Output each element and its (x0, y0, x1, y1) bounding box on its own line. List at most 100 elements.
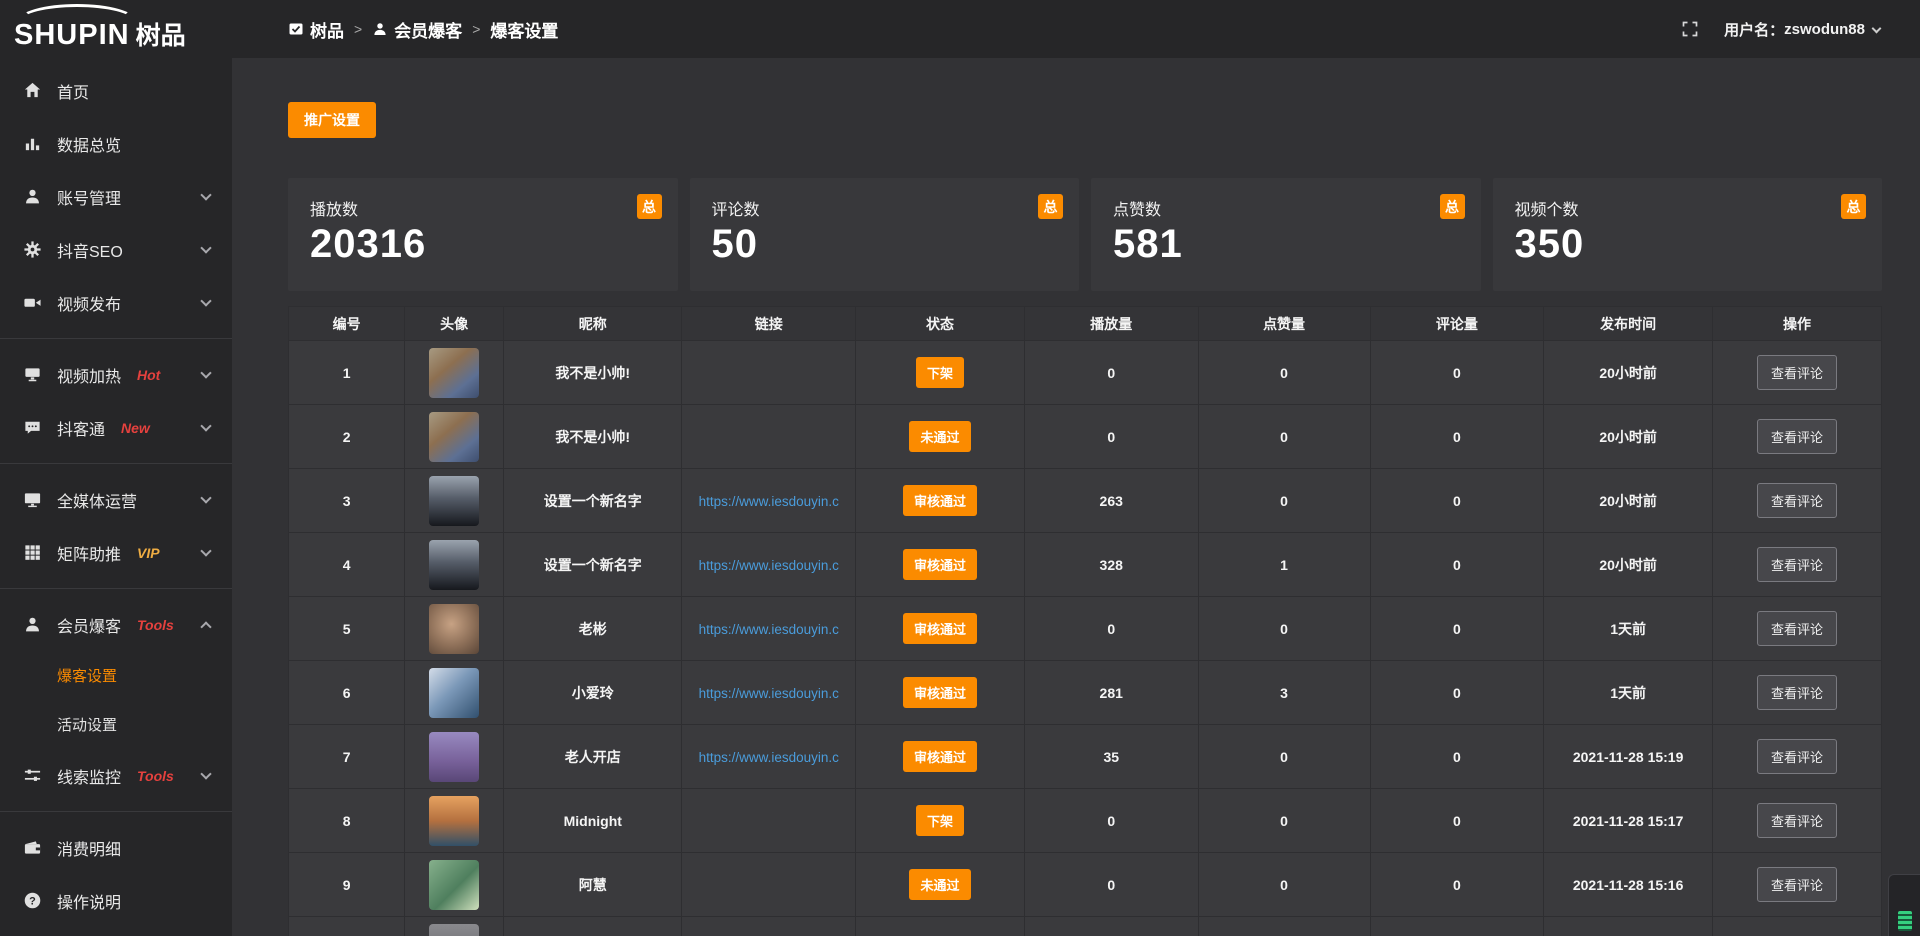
status-badge: 审核通过 (903, 677, 977, 708)
chart-icon (22, 134, 42, 154)
logo[interactable]: SHUPIN树品 (0, 0, 232, 58)
sidebar-item-7[interactable]: 全媒体运营 (0, 473, 232, 526)
status-badge: 未通过 (909, 421, 970, 452)
cell-plays: 0 (1024, 341, 1198, 405)
username-value: zswodun88 (1784, 21, 1865, 38)
sidebar-item-badge: Hot (137, 367, 160, 383)
stat-value: 350 (1515, 222, 1861, 267)
sidebar-subitem-1[interactable]: 活动设置 (0, 700, 232, 749)
sidebar-item-8[interactable]: 矩阵助推VIP (0, 526, 232, 579)
monitor-icon (22, 490, 42, 510)
chevron-down-icon (200, 242, 211, 253)
cell-likes: 0 (1198, 789, 1370, 853)
cell-action: 查看评论 (1713, 533, 1882, 597)
cell-action: 查看评论 (1713, 661, 1882, 725)
sidebar-item-4[interactable]: 视频发布 (0, 276, 232, 329)
view-comments-button[interactable]: 查看评论 (1757, 739, 1837, 774)
view-comments-button[interactable]: 查看评论 (1757, 611, 1837, 646)
sidebar-item-label: 全媒体运营 (57, 488, 137, 512)
view-comments-button[interactable]: 查看评论 (1757, 803, 1837, 838)
user-menu[interactable]: 用户名： zswodun88 (1724, 19, 1880, 40)
video-link[interactable]: https://www.iesdouyin.c (699, 686, 839, 701)
video-link[interactable]: https://www.iesdouyin.c (699, 750, 839, 765)
heat-icon (22, 365, 42, 385)
breadcrumb-item-section[interactable]: 会员爆客 (372, 17, 462, 42)
svg-text:?: ? (29, 896, 36, 908)
member-icon (22, 615, 42, 635)
sidebar-item-label: 首页 (57, 79, 89, 103)
sidebar-item-11[interactable]: 消费明细 (0, 821, 232, 874)
cell-plays: 0 (1024, 597, 1198, 661)
table-header-row: 编号头像昵称链接状态播放量点赞量评论量发布时间操作 (289, 307, 1882, 341)
cell-comments: 0 (1370, 661, 1544, 725)
sidebar-item-6[interactable]: 抖客通New (0, 401, 232, 454)
sidebar-item-12[interactable]: ?操作说明 (0, 874, 232, 927)
chevron-down-icon (200, 545, 211, 556)
sidebar-item-3[interactable]: 抖音SEO (0, 223, 232, 276)
view-comments-button[interactable]: 查看评论 (1757, 355, 1837, 390)
breadcrumb-label: 会员爆客 (394, 17, 462, 42)
breadcrumb-label: 树品 (310, 17, 344, 42)
cell-status: 审核通过 (856, 533, 1025, 597)
cell-link: https://www.iesdouyin.c (682, 533, 856, 597)
sidebar-item-9[interactable]: 会员爆客Tools (0, 598, 232, 651)
cell-nickname: 我不是小帅! (504, 405, 682, 469)
total-badge: 总 (637, 194, 662, 219)
stats-cards: 播放数总20316评论数总50点赞数总581视频个数总350 (288, 178, 1882, 291)
cell-action: 查看评论 (1713, 853, 1882, 917)
grid-icon (22, 543, 42, 563)
cell-action: 查看评论 (1713, 725, 1882, 789)
cell-plays: 263 (1024, 469, 1198, 533)
stat-value: 20316 (310, 222, 656, 267)
chat-icon (22, 418, 42, 438)
videos-table: 编号头像昵称链接状态播放量点赞量评论量发布时间操作1我不是小帅!下架00020小… (288, 306, 1882, 936)
sidebar-item-label: 线索监控 (57, 764, 121, 788)
column-header: 链接 (682, 307, 856, 341)
stat-card-2: 点赞数总581 (1091, 178, 1481, 291)
video-link[interactable]: https://www.iesdouyin.c (699, 558, 839, 573)
video-link[interactable]: https://www.iesdouyin.c (699, 622, 839, 637)
view-comments-button[interactable]: 查看评论 (1757, 675, 1837, 710)
video-link[interactable]: https://www.iesdouyin.c (699, 494, 839, 509)
topbar: 树品 > 会员爆客 > 爆客设置 用户名： (232, 0, 1920, 58)
chat-widget[interactable] (1888, 874, 1920, 936)
cell-time: 2021-11-28 15:16 (1544, 853, 1713, 917)
sidebar-item-1[interactable]: 数据总览 (0, 117, 232, 170)
sidebar-item-badge: New (121, 420, 150, 436)
table-row: 6小爱玲https://www.iesdouyin.c审核通过281301天前查… (289, 661, 1882, 725)
sidebar-item-2[interactable]: 账号管理 (0, 170, 232, 223)
promo-settings-button[interactable]: 推广设置 (288, 102, 376, 138)
cell-avatar (405, 917, 504, 936)
sidebar-item-0[interactable]: 首页 (0, 64, 232, 117)
stat-card-3: 视频个数总350 (1493, 178, 1883, 291)
cell-status: 审核通过 (856, 725, 1025, 789)
chevron-down-icon (200, 420, 211, 431)
sidebar-item-label: 消费明细 (57, 836, 121, 860)
sidebar-item-5[interactable]: 视频加热Hot (0, 348, 232, 401)
sliders-icon (22, 766, 42, 786)
cell-time (1544, 917, 1713, 936)
cell-status: 审核通过 (856, 661, 1025, 725)
chevron-down-icon (200, 295, 211, 306)
cell-nickname (504, 917, 682, 936)
cell-likes (1198, 917, 1370, 936)
help-icon: ? (22, 891, 42, 911)
chevron-down-icon (200, 367, 211, 378)
view-comments-button[interactable]: 查看评论 (1757, 483, 1837, 518)
cell-id: 9 (289, 853, 405, 917)
app-square-icon (288, 21, 304, 37)
sidebar-subitem-0[interactable]: 爆客设置 (0, 651, 232, 700)
main-area: 树品 > 会员爆客 > 爆客设置 用户名： (232, 0, 1920, 936)
cell-time: 2021-11-28 15:17 (1544, 789, 1713, 853)
breadcrumb: 树品 > 会员爆客 > 爆客设置 (288, 17, 558, 42)
cell-nickname: Midnight (504, 789, 682, 853)
view-comments-button[interactable]: 查看评论 (1757, 867, 1837, 902)
sidebar-item-10[interactable]: 线索监控Tools (0, 749, 232, 802)
breadcrumb-item-home[interactable]: 树品 (288, 17, 344, 42)
view-comments-button[interactable]: 查看评论 (1757, 547, 1837, 582)
fullscreen-icon[interactable] (1682, 21, 1698, 37)
cell-comments: 0 (1370, 853, 1544, 917)
cell-comments: 0 (1370, 341, 1544, 405)
cell-plays: 0 (1024, 853, 1198, 917)
view-comments-button[interactable]: 查看评论 (1757, 419, 1837, 454)
